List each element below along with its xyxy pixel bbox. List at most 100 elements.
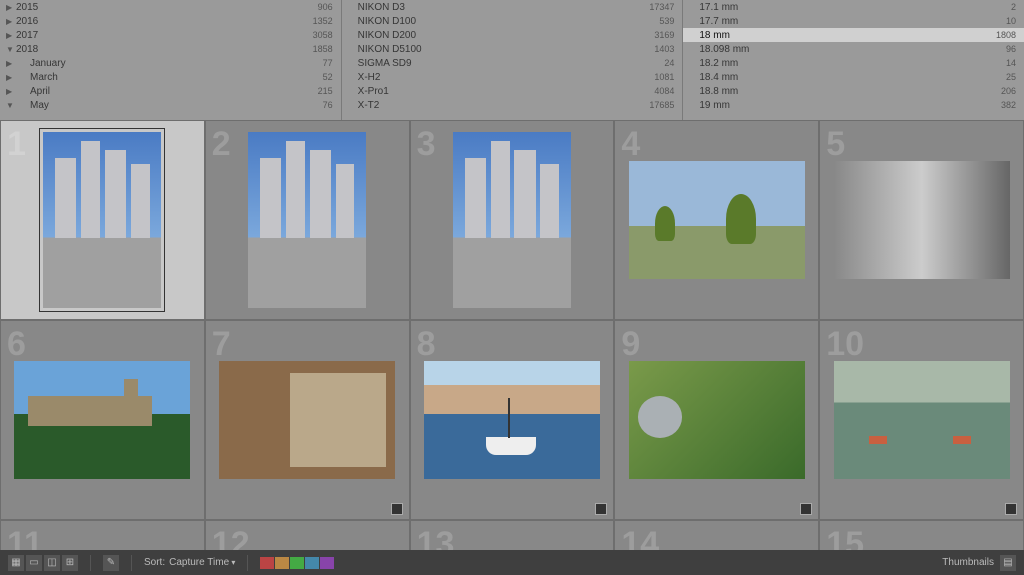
- folder-row[interactable]: ▼20181858: [0, 42, 341, 56]
- color-label-swatch[interactable]: [290, 557, 304, 569]
- survey-view-icon[interactable]: ⊞: [62, 555, 78, 571]
- edit-badge-icon: [1005, 503, 1017, 515]
- sort-dropdown[interactable]: Capture Time: [169, 557, 235, 568]
- folder-row[interactable]: ▶April215: [0, 84, 341, 98]
- folder-label: January: [16, 58, 323, 69]
- focal-count: 25: [1006, 72, 1016, 82]
- thumbnail-cell[interactable]: 1: [0, 120, 205, 320]
- camera-count: 1403: [654, 44, 674, 54]
- folder-row[interactable]: ▶January77: [0, 56, 341, 70]
- camera-row[interactable]: X-Pro14084: [342, 84, 683, 98]
- camera-label: NIKON D3: [358, 2, 650, 13]
- thumbnail-cell[interactable]: 13: [410, 520, 615, 550]
- disclosure-icon[interactable]: ▼: [6, 101, 16, 110]
- focal-row[interactable]: 18.4 mm25: [683, 70, 1024, 84]
- disclosure-icon[interactable]: ▶: [6, 73, 16, 82]
- focal-row[interactable]: 18.098 mm96: [683, 42, 1024, 56]
- focal-label: 18.8 mm: [699, 86, 1001, 97]
- thumbnail-cell[interactable]: 7: [205, 320, 410, 520]
- disclosure-icon[interactable]: ▶: [6, 3, 16, 12]
- focal-row[interactable]: 19 mm382: [683, 98, 1024, 112]
- disclosure-icon[interactable]: ▼: [6, 45, 16, 54]
- folder-row[interactable]: ▶2015906: [0, 0, 341, 14]
- color-label-swatch[interactable]: [320, 557, 334, 569]
- thumbnail-grid[interactable]: 123456789101112131415: [0, 120, 1024, 550]
- bottom-toolbar: ▦ ▭ ◫ ⊞ ✎ Sort: Capture Time Thumbnails …: [0, 550, 1024, 575]
- camera-label: NIKON D200: [358, 30, 655, 41]
- thumbnail-image[interactable]: [219, 361, 395, 479]
- disclosure-icon[interactable]: ▶: [6, 17, 16, 26]
- thumbnail-cell[interactable]: 14: [614, 520, 819, 550]
- thumbnail-image[interactable]: [834, 361, 1010, 479]
- thumbnail-image[interactable]: [453, 132, 571, 308]
- thumbnail-cell[interactable]: 4: [614, 120, 819, 320]
- camera-row[interactable]: NIKON D317347: [342, 0, 683, 14]
- thumbnail-image[interactable]: [424, 361, 600, 479]
- focal-label: 17.1 mm: [699, 2, 1011, 13]
- focal-row[interactable]: 17.7 mm10: [683, 14, 1024, 28]
- divider: [247, 555, 248, 571]
- folder-row[interactable]: ▶20173058: [0, 28, 341, 42]
- folder-count: 906: [318, 2, 333, 12]
- camera-row[interactable]: X-T217685: [342, 98, 683, 112]
- thumbnail-size-icon[interactable]: ▤: [1000, 555, 1016, 571]
- cell-index: 12: [212, 525, 250, 550]
- thumbnail-image[interactable]: [248, 132, 366, 308]
- camera-row[interactable]: X-H21081: [342, 70, 683, 84]
- color-label-swatch[interactable]: [275, 557, 289, 569]
- focal-row[interactable]: 18.8 mm206: [683, 84, 1024, 98]
- sort-control[interactable]: Sort: Capture Time: [144, 557, 235, 568]
- thumbnail-cell[interactable]: 3: [410, 120, 615, 320]
- edit-badge-icon: [595, 503, 607, 515]
- cell-index: 2: [212, 125, 231, 164]
- color-label-swatch[interactable]: [305, 557, 319, 569]
- disclosure-icon[interactable]: ▶: [6, 31, 16, 40]
- metadata-panels: ▶2015906▶20161352▶20173058▼20181858▶Janu…: [0, 0, 1024, 120]
- thumbnail-image[interactable]: [629, 161, 805, 279]
- painter-icon[interactable]: ✎: [103, 555, 119, 571]
- cell-index: 9: [621, 325, 640, 364]
- camera-row[interactable]: NIKON D51001403: [342, 42, 683, 56]
- camera-row[interactable]: SIGMA SD924: [342, 56, 683, 70]
- camera-count: 1081: [654, 72, 674, 82]
- focal-count: 206: [1001, 86, 1016, 96]
- focal-count: 14: [1006, 58, 1016, 68]
- disclosure-icon[interactable]: ▶: [6, 87, 16, 96]
- focal-row[interactable]: 18 mm1808: [683, 28, 1024, 42]
- grid-view-icon[interactable]: ▦: [8, 555, 24, 571]
- folder-count: 52: [323, 72, 333, 82]
- focal-row[interactable]: 17.1 mm2: [683, 0, 1024, 14]
- focal-label: 18 mm: [699, 30, 996, 41]
- thumbnail-cell[interactable]: 6: [0, 320, 205, 520]
- camera-row[interactable]: NIKON D100539: [342, 14, 683, 28]
- camera-row[interactable]: NIKON D2003169: [342, 28, 683, 42]
- thumbnail-image[interactable]: [629, 361, 805, 479]
- thumbnail-image[interactable]: [14, 361, 190, 479]
- folder-label: April: [16, 86, 318, 97]
- thumbnail-cell[interactable]: 8: [410, 320, 615, 520]
- folder-row[interactable]: ▶March52: [0, 70, 341, 84]
- folder-row[interactable]: ▶20161352: [0, 14, 341, 28]
- thumbnail-cell[interactable]: 11: [0, 520, 205, 550]
- folder-label: 2018: [16, 44, 313, 55]
- thumbnail-cell[interactable]: 12: [205, 520, 410, 550]
- cell-index: 3: [417, 125, 436, 164]
- folder-row[interactable]: ▼May76: [0, 98, 341, 112]
- focal-count: 382: [1001, 100, 1016, 110]
- thumbnail-cell[interactable]: 5: [819, 120, 1024, 320]
- cell-index: 10: [826, 325, 864, 364]
- thumbnail-cell[interactable]: 9: [614, 320, 819, 520]
- thumbnail-cell[interactable]: 2: [205, 120, 410, 320]
- disclosure-icon[interactable]: ▶: [6, 59, 16, 68]
- compare-view-icon[interactable]: ◫: [44, 555, 60, 571]
- thumbnail-cell[interactable]: 10: [819, 320, 1024, 520]
- focal-row[interactable]: 18.2 mm14: [683, 56, 1024, 70]
- thumbnail-image[interactable]: [834, 161, 1010, 279]
- thumbnail-cell[interactable]: 15: [819, 520, 1024, 550]
- color-label-swatch[interactable]: [260, 557, 274, 569]
- edit-badge-icon: [391, 503, 403, 515]
- focal-label: 18.4 mm: [699, 72, 1006, 83]
- folder-count: 77: [323, 58, 333, 68]
- thumbnail-image[interactable]: [43, 132, 161, 308]
- loupe-view-icon[interactable]: ▭: [26, 555, 42, 571]
